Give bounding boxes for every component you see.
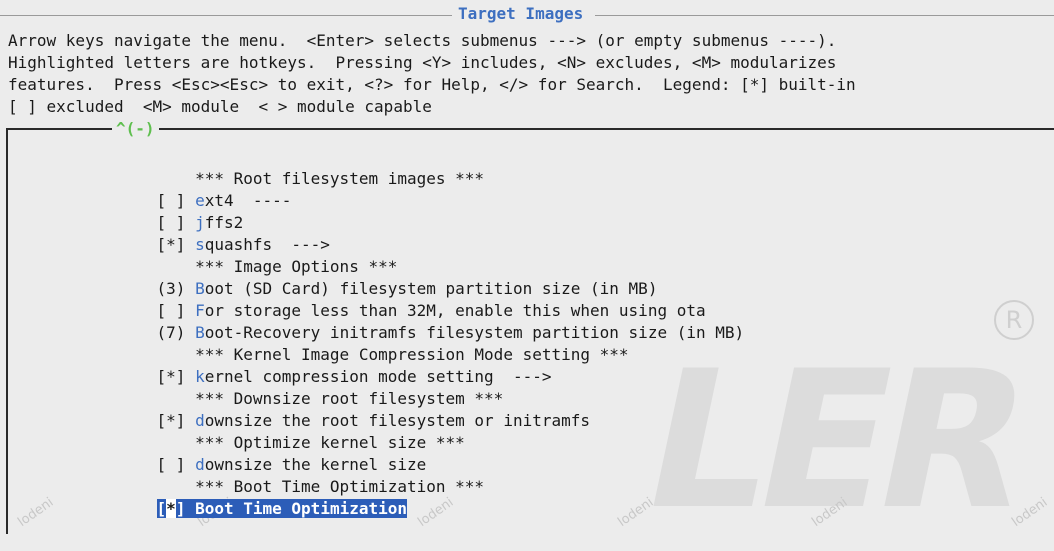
help-line-1: Arrow keys navigate the menu. <Enter> se… bbox=[8, 31, 837, 50]
item-hotkey: B bbox=[195, 499, 205, 518]
title-rule-right bbox=[595, 15, 1054, 16]
menu-comment: *** Root filesystem images *** bbox=[118, 146, 484, 188]
menu-comment: *** Boot Time Optimization *** bbox=[118, 454, 484, 496]
menu-item-kernel-compression[interactable]: [*] kernel compression mode setting ---> bbox=[118, 344, 552, 386]
menu-comment: *** Kernel Image Compression Mode settin… bbox=[118, 322, 628, 364]
help-line-3: features. Press <Esc><Esc> to exit, <?> … bbox=[8, 75, 856, 94]
menu-item-boot-partition-size[interactable]: (3) Boot (SD Card) filesystem partition … bbox=[118, 256, 658, 298]
menu-comment: *** Downsize root filesystem *** bbox=[118, 366, 503, 408]
menu-item-downsize-kernel[interactable]: [ ] downsize the kernel size bbox=[118, 432, 427, 474]
window-title: Target Images bbox=[452, 4, 590, 23]
item-label: oot Time Optimization bbox=[204, 499, 408, 518]
title-rule-left bbox=[0, 15, 455, 16]
item-bracket: ] bbox=[175, 499, 196, 518]
menu-comment: *** Optimize kernel size *** bbox=[118, 410, 465, 452]
menu-item-downsize-rootfs[interactable]: [*] downsize the root filesystem or init… bbox=[118, 388, 590, 430]
item-bracket: [ bbox=[156, 499, 167, 518]
menu-item-boot-time-optimization-selected[interactable]: [*] Boot Time Optimization bbox=[118, 476, 408, 518]
menu-item-recovery-partition-size[interactable]: (7) Boot-Recovery initramfs filesystem p… bbox=[118, 300, 745, 342]
scroll-indicator: ^(-) bbox=[112, 119, 159, 138]
menu-item-jffs2[interactable]: [ ] jffs2 bbox=[118, 190, 244, 232]
text-cursor: * bbox=[166, 499, 176, 518]
selected-highlight[interactable]: [*] Boot Time Optimization bbox=[156, 499, 408, 518]
help-line-2: Highlighted letters are hotkeys. Pressin… bbox=[8, 53, 837, 72]
menu-item-squashfs[interactable]: [*] squashfs ---> bbox=[118, 212, 330, 254]
menu-item-storage-ota[interactable]: [ ] For storage less than 32M, enable th… bbox=[118, 278, 706, 320]
help-line-4: [ ] excluded <M> module < > module capab… bbox=[8, 97, 432, 116]
menu-comment: *** Image Options *** bbox=[118, 234, 397, 276]
menu-item-ext4[interactable]: [ ] ext4 ---- bbox=[118, 168, 292, 210]
